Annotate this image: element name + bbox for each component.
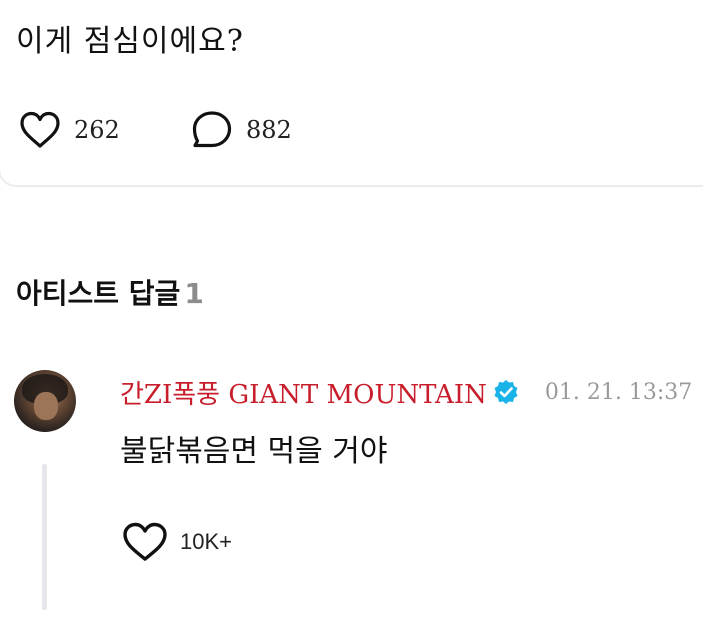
post-like-count: 262 [74,116,120,144]
avatar[interactable] [14,370,76,432]
reply-timestamp: 01. 21. 13:37 [544,379,693,405]
artist-replies-count: 1 [184,277,204,310]
post-text: 이게 점심이에요? [16,24,244,59]
speech-bubble-outline-icon [190,108,234,152]
post-detail-screen: 이게 점심이에요? 262 882 아티스트 답글 1 간ZI폭풍 GIANT … [0,0,703,620]
reply-thread-line [42,464,47,610]
reply-text: 불닭볶음면 먹을 거야 [120,434,388,469]
reply-header: 간ZI폭풍 GIANT MOUNTAIN 01. 21. 13:37 [120,372,692,412]
post-like-button[interactable]: 262 [18,108,120,152]
post-comment-button[interactable]: 882 [190,108,292,152]
artist-replies-title: 아티스트 답글 [16,277,181,310]
reply-author-name[interactable]: 간ZI폭풍 GIANT MOUNTAIN [120,374,487,411]
heart-outline-icon [18,108,62,152]
post-card: 이게 점심이에요? 262 882 [0,0,703,187]
verified-badge-icon [493,379,519,405]
heart-outline-icon [120,520,170,564]
reply-like-count: 10K+ [180,529,232,554]
post-comment-count: 882 [246,116,292,144]
reply-like-button[interactable]: 10K+ [120,520,232,564]
artist-replies-heading: 아티스트 답글 1 [16,272,204,312]
